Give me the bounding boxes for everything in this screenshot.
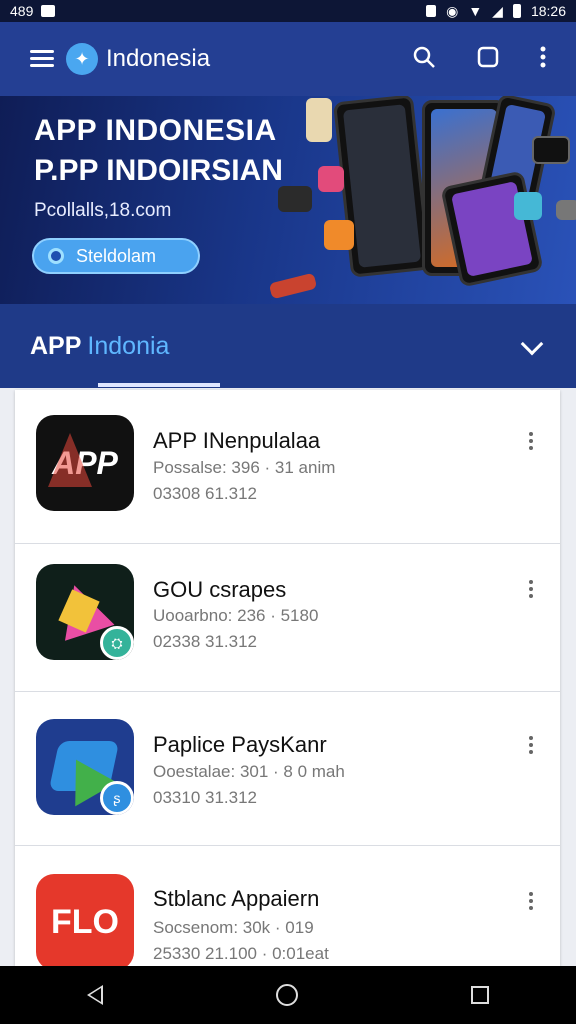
more-options-icon[interactable] bbox=[528, 580, 534, 600]
app-icon: APP bbox=[36, 415, 134, 511]
app-meta: Uooarbno: 236 · 5180 bbox=[153, 606, 319, 625]
floating-device-icon bbox=[268, 272, 318, 300]
play-icon bbox=[318, 166, 344, 192]
app-badge-icon: ʂ bbox=[100, 781, 134, 815]
more-options-icon[interactable] bbox=[540, 45, 546, 74]
floating-tablet-icon bbox=[532, 136, 570, 164]
location-icon: ◉ bbox=[446, 2, 459, 19]
app-list-item[interactable]: FLO Stblanc Appaiern Socsenom: 30k · 019… bbox=[15, 846, 560, 966]
app-stats: 03310 31.312 bbox=[153, 788, 257, 807]
tab-underline bbox=[98, 383, 220, 387]
app-title: Indonesia bbox=[106, 45, 211, 72]
app-icon-text: FLO bbox=[51, 902, 119, 941]
signal-icon: ◢ bbox=[492, 2, 503, 19]
floating-app-icon bbox=[514, 192, 542, 220]
tab-label-highlight[interactable]: Indonia bbox=[87, 332, 169, 361]
floating-tablet-icon bbox=[278, 186, 312, 212]
notification-icon bbox=[41, 5, 56, 17]
hero-cta-button[interactable]: Steldolam bbox=[32, 238, 200, 274]
app-icon: ⛭ bbox=[36, 564, 134, 660]
app-badge-icon: ⛭ bbox=[100, 626, 134, 660]
app-list: APP APP INenpulalaa Possalse: 396 · 31 a… bbox=[15, 390, 560, 966]
wifi-icon: ▼ bbox=[468, 3, 483, 19]
hero-phones-illustration bbox=[268, 96, 576, 304]
more-options-icon[interactable] bbox=[528, 432, 534, 452]
floating-device-icon bbox=[306, 98, 332, 142]
app-name: Stblanc Appaiern bbox=[153, 886, 320, 911]
chevron-down-icon[interactable] bbox=[520, 332, 544, 356]
status-time-left: 489 bbox=[10, 3, 34, 19]
more-options-icon[interactable] bbox=[528, 736, 534, 756]
app-meta: Possalse: 396 · 31 anim bbox=[153, 458, 336, 477]
back-icon[interactable] bbox=[86, 985, 103, 1005]
floating-app-icon bbox=[324, 220, 354, 250]
app-list-item[interactable]: APP APP INenpulalaa Possalse: 396 · 31 a… bbox=[15, 390, 560, 544]
tab-label-bold[interactable]: APP bbox=[30, 332, 81, 361]
app-list-item[interactable]: ʂ Paplice PaysKanr Ooestalae: 301 · 8 0 … bbox=[15, 692, 560, 846]
hero-banner[interactable]: APP INDONESIA P.PP INDOIRSIAN Pcollalls,… bbox=[0, 96, 576, 304]
app-stats: 03308 61.312 bbox=[153, 484, 257, 503]
app-meta: Socsenom: 30k · 019 bbox=[153, 918, 314, 937]
more-options-icon[interactable] bbox=[528, 892, 534, 912]
app-name: APP INenpulalaa bbox=[153, 428, 321, 453]
app-stats: 25330 21.100 · 0:01eat bbox=[153, 944, 329, 963]
vibrate-icon bbox=[426, 5, 437, 17]
status-time-right: 18:26 bbox=[530, 3, 566, 19]
menu-icon[interactable] bbox=[30, 50, 54, 68]
recent-apps-icon[interactable] bbox=[471, 986, 490, 1004]
app-icon: FLO bbox=[36, 874, 134, 966]
app-meta: Ooestalae: 301 · 8 0 mah bbox=[153, 762, 345, 781]
hero-website: Pcollalls,18.com bbox=[34, 200, 172, 221]
search-icon[interactable] bbox=[412, 45, 436, 74]
app-list-item[interactable]: ⛭ GOU csrapes Uooarbno: 236 · 5180 02338… bbox=[15, 538, 560, 692]
hero-subheading: P.PP INDOIRSIAN bbox=[34, 154, 283, 187]
status-bar: 489 ◉ ▼ ◢ 18:26 bbox=[0, 0, 576, 22]
floating-device-icon bbox=[556, 200, 576, 220]
app-bar: ✦ Indonesia bbox=[0, 22, 576, 96]
globe-logo-icon: ✦ bbox=[66, 43, 98, 75]
home-icon[interactable] bbox=[275, 984, 298, 1006]
app-name: GOU csrapes bbox=[153, 577, 287, 602]
app-stats: 02338 31.312 bbox=[153, 632, 257, 651]
phone-illustration bbox=[333, 96, 431, 278]
hero-heading: APP INDONESIA bbox=[34, 114, 277, 147]
app-icon: ʂ bbox=[36, 719, 134, 815]
hero-cta-label: Steldolam bbox=[76, 245, 157, 266]
battery-icon bbox=[512, 4, 521, 18]
category-tab-bar: APP Indonia bbox=[0, 304, 576, 388]
system-nav-bar bbox=[0, 966, 576, 1024]
tabs-icon[interactable] bbox=[476, 45, 500, 74]
cta-icon bbox=[48, 248, 64, 264]
app-name: Paplice PaysKanr bbox=[153, 732, 327, 757]
